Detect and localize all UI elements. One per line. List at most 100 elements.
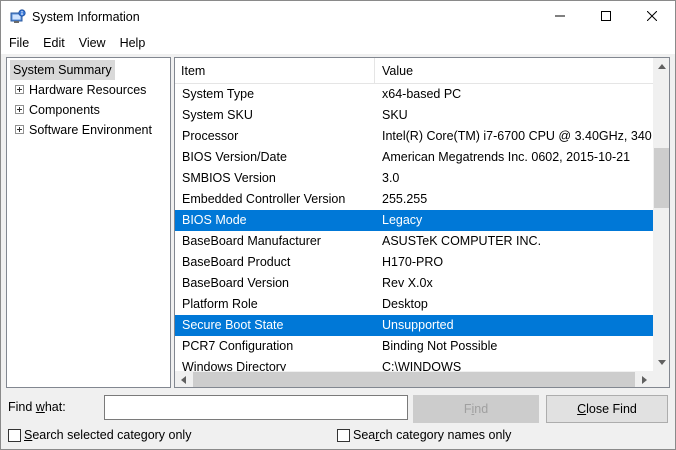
close-find-button[interactable]: Close Find bbox=[546, 395, 668, 423]
row-value: Rev X.0x bbox=[382, 276, 433, 290]
details-list[interactable]: Item Value System Type x64-based PC System… bbox=[174, 57, 670, 388]
row-item: System SKU bbox=[182, 108, 253, 122]
menu-bar: File Edit View Help bbox=[1, 32, 675, 54]
tree-item-label: Hardware Resources bbox=[29, 83, 147, 97]
tree-item-components[interactable]: Components bbox=[15, 100, 100, 120]
tree-item-system-summary[interactable]: System Summary bbox=[10, 60, 115, 80]
row-value: American Megatrends Inc. 0602, 2015-10-2… bbox=[382, 150, 631, 164]
horizontal-scroll-thumb[interactable] bbox=[193, 372, 635, 387]
row-value: Legacy bbox=[382, 213, 423, 227]
find-what-input[interactable] bbox=[104, 395, 408, 420]
label-text: hat: bbox=[44, 400, 66, 414]
close-button[interactable] bbox=[629, 1, 675, 32]
table-row[interactable]: BIOS Mode Legacy bbox=[175, 210, 653, 231]
checkbox-box[interactable] bbox=[8, 428, 21, 442]
row-item: PCR7 Configuration bbox=[182, 339, 294, 353]
row-value: H170-PRO bbox=[382, 255, 444, 269]
row-value: SKU bbox=[382, 108, 408, 122]
vertical-scroll-thumb[interactable] bbox=[654, 148, 669, 208]
tree-item-label: Software Environment bbox=[29, 123, 152, 137]
table-row[interactable]: System SKU SKU bbox=[175, 105, 653, 126]
row-value: Desktop bbox=[382, 297, 428, 311]
row-item: BaseBoard Product bbox=[182, 255, 291, 269]
menu-edit[interactable]: Edit bbox=[36, 32, 72, 54]
find-button[interactable]: Find bbox=[413, 395, 539, 423]
menu-help[interactable]: Help bbox=[113, 32, 153, 54]
label-text: Sea bbox=[353, 428, 376, 442]
table-row[interactable]: Embedded Controller Version 255.255 bbox=[175, 189, 653, 210]
row-item: Secure Boot State bbox=[182, 318, 284, 332]
row-item: BaseBoard Version bbox=[182, 276, 290, 290]
horizontal-scrollbar[interactable] bbox=[175, 371, 653, 387]
row-item: BIOS Mode bbox=[182, 213, 247, 227]
menu-view[interactable]: View bbox=[72, 32, 113, 54]
row-item: Windows Directory bbox=[182, 360, 287, 372]
list-rows: System Type x64-based PC System SKU SKU Proc… bbox=[175, 84, 653, 372]
maximize-button[interactable] bbox=[583, 1, 629, 32]
expand-icon[interactable] bbox=[15, 105, 24, 115]
table-row[interactable]: Platform Role Desktop bbox=[175, 294, 653, 315]
row-item: SMBIOS Version bbox=[182, 171, 276, 185]
button-text: lose Find bbox=[586, 402, 637, 416]
row-value: ASUSTeK COMPUTER INC. bbox=[382, 234, 542, 248]
column-header-item[interactable]: Item bbox=[175, 58, 375, 84]
row-value: 255.255 bbox=[382, 192, 428, 206]
search-selected-category-checkbox[interactable]: Search selected category only bbox=[8, 428, 191, 442]
window-title: System Information bbox=[32, 10, 140, 24]
title-bar: System Information bbox=[1, 1, 675, 32]
tree-item-software-environment[interactable]: Software Environment bbox=[15, 120, 152, 140]
label-text: Find bbox=[8, 400, 36, 414]
label-text: earch selected category only bbox=[32, 428, 192, 442]
expand-icon[interactable] bbox=[15, 125, 24, 135]
row-value: x64-based PC bbox=[382, 87, 462, 101]
scroll-down-arrow-icon[interactable] bbox=[653, 354, 669, 371]
close-icon bbox=[646, 10, 658, 24]
table-row[interactable]: SMBIOS Version 3.0 bbox=[175, 168, 653, 189]
row-item: Embedded Controller Version bbox=[182, 192, 346, 206]
table-row[interactable]: Secure Boot State Unsupported bbox=[175, 315, 653, 336]
checkbox-box[interactable] bbox=[337, 428, 350, 442]
minimize-icon bbox=[555, 10, 565, 24]
system-information-window: System Information File Edit View Help S… bbox=[0, 0, 676, 450]
scroll-left-arrow-icon[interactable] bbox=[175, 371, 192, 387]
access-key: w bbox=[35, 400, 45, 414]
row-value: Unsupported bbox=[382, 318, 454, 332]
row-item: BIOS Version/Date bbox=[182, 150, 287, 164]
checkbox-label: Search category names only bbox=[353, 428, 511, 442]
checkbox-label: Search selected category only bbox=[24, 428, 191, 442]
system-information-icon bbox=[10, 9, 26, 25]
category-tree[interactable]: System Summary Hardware Resources Compon… bbox=[6, 57, 171, 388]
row-item: System Type bbox=[182, 87, 255, 101]
row-item: Processor bbox=[182, 129, 239, 143]
row-value: Intel(R) Core(TM) i7-6700 CPU @ 3.40GHz,… bbox=[382, 129, 652, 143]
table-row[interactable]: BIOS Version/Date American Megatrends Inc… bbox=[175, 147, 653, 168]
table-row[interactable]: BaseBoard Manufacturer ASUSTeK COMPUTER I… bbox=[175, 231, 653, 252]
tree-item-label: Components bbox=[29, 103, 100, 117]
maximize-icon bbox=[601, 10, 611, 24]
access-key: C bbox=[577, 402, 587, 416]
table-row[interactable]: BaseBoard Version Rev X.0x bbox=[175, 273, 653, 294]
scroll-right-arrow-icon[interactable] bbox=[636, 371, 653, 387]
button-text: nd bbox=[474, 402, 489, 416]
row-value: 3.0 bbox=[382, 171, 400, 185]
vertical-scrollbar[interactable] bbox=[653, 58, 669, 371]
table-row[interactable]: Processor Intel(R) Core(TM) i7-6700 CPU @… bbox=[175, 126, 653, 147]
row-item: Platform Role bbox=[182, 297, 258, 311]
find-what-label: Find what: bbox=[8, 400, 66, 414]
row-value: Binding Not Possible bbox=[382, 339, 498, 353]
column-header-value[interactable]: Value bbox=[376, 58, 653, 84]
table-row[interactable]: Windows Directory C:\WINDOWS bbox=[175, 357, 653, 372]
scroll-up-arrow-icon[interactable] bbox=[653, 58, 669, 75]
tree-item-hardware-resources[interactable]: Hardware Resources bbox=[15, 80, 146, 100]
table-row[interactable]: BaseBoard Product H170-PRO bbox=[175, 252, 653, 273]
scrollbar-corner bbox=[653, 371, 669, 387]
expand-icon[interactable] bbox=[15, 85, 24, 95]
table-row[interactable]: PCR7 Configuration Binding Not Possible bbox=[175, 336, 653, 357]
row-value: C:\WINDOWS bbox=[382, 360, 462, 372]
row-item: BaseBoard Manufacturer bbox=[182, 234, 321, 248]
search-category-names-checkbox[interactable]: Search category names only bbox=[337, 428, 511, 442]
menu-file[interactable]: File bbox=[1, 32, 36, 54]
minimize-button[interactable] bbox=[537, 1, 583, 32]
list-header: Item Value bbox=[175, 58, 653, 84]
table-row[interactable]: System Type x64-based PC bbox=[175, 84, 653, 105]
